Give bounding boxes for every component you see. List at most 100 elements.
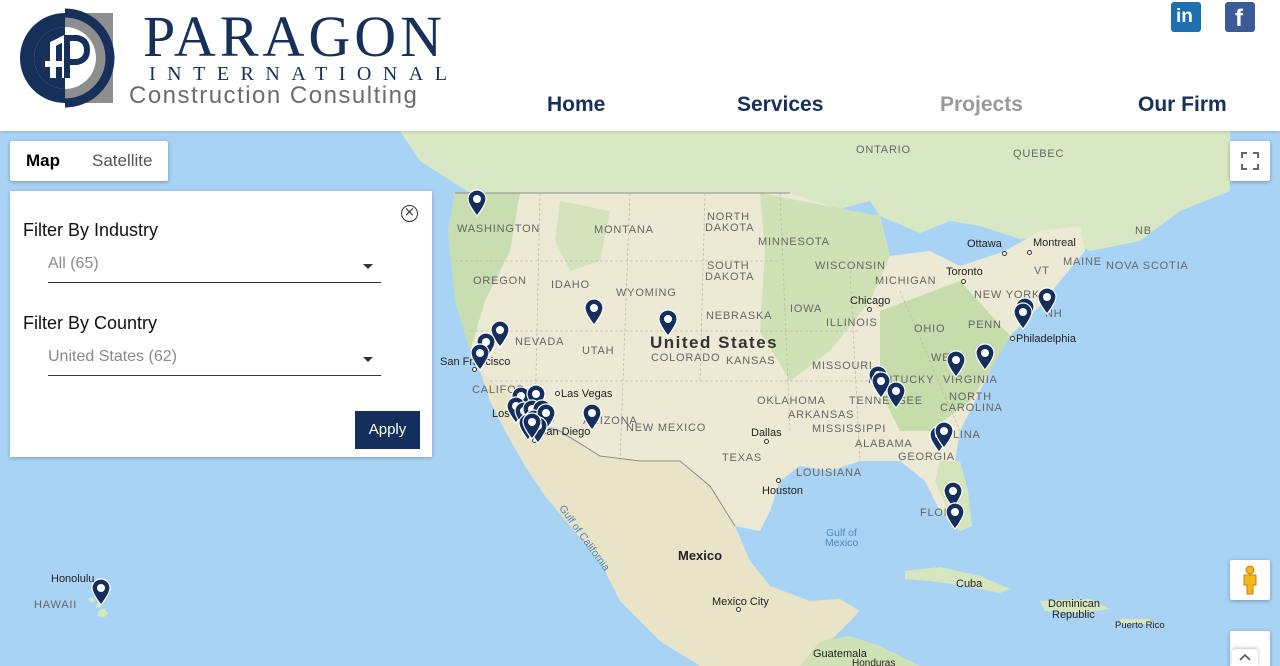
pegman-icon — [1243, 565, 1257, 595]
nav-home[interactable]: Home — [547, 93, 605, 117]
label-houston: Houston — [762, 485, 803, 497]
street-view-pegman-button[interactable] — [1230, 560, 1270, 600]
linkedin-icon[interactable]: in — [1171, 2, 1201, 32]
project-pin-icon[interactable] — [945, 502, 965, 530]
label-hawaii: HAWAII — [34, 599, 78, 611]
project-pin-icon[interactable] — [584, 298, 604, 326]
nav-projects[interactable]: Projects — [940, 93, 1023, 117]
project-pin-icon[interactable] — [467, 189, 487, 217]
nav-services[interactable]: Services — [737, 93, 823, 117]
label-nb: NB — [1135, 225, 1152, 237]
map-type-map-button[interactable]: Map — [10, 141, 76, 181]
project-pin-icon[interactable] — [658, 309, 678, 337]
project-pin-icon[interactable] — [975, 343, 995, 371]
label-ontario: ONTARIO — [856, 144, 911, 156]
label-minnesota: MINNESOTA — [758, 236, 830, 248]
city-dot-mexico-city — [736, 607, 741, 612]
label-dallas: Dallas — [751, 427, 782, 439]
filter-industry-label: Filter By Industry — [23, 220, 159, 240]
label-south-carolina: LINA — [953, 429, 981, 441]
city-dot-las-vegas — [555, 391, 560, 396]
label-dominican-2: Republic — [1052, 609, 1095, 621]
chevron-down-icon — [363, 357, 373, 362]
label-arkansas: ARKANSAS — [788, 409, 855, 421]
project-pin-icon[interactable] — [470, 343, 490, 371]
label-washington: WASHINGTON — [457, 223, 541, 235]
city-dot-montreal — [1027, 250, 1032, 255]
project-pin-icon[interactable] — [1037, 287, 1057, 315]
country-select-value: United States (62) — [48, 348, 177, 365]
city-dot-toronto — [961, 279, 966, 284]
site-header: PARAGON INTERNATIONAL Construction Consu… — [0, 0, 1280, 131]
label-montreal: Montreal — [1033, 237, 1076, 249]
label-penn: PENN — [968, 319, 1002, 331]
project-pin-icon[interactable] — [1013, 302, 1033, 330]
label-iowa: IOWA — [790, 303, 823, 315]
chevron-down-icon — [363, 264, 373, 269]
label-texas: TEXAS — [722, 452, 763, 464]
label-cuba: Cuba — [956, 578, 983, 590]
label-north-dakota-2: DAKOTA — [705, 222, 755, 234]
label-gulf-of-mexico-2: Mexico — [825, 537, 859, 549]
project-pin-icon[interactable] — [946, 350, 966, 378]
label-honolulu: Honolulu — [51, 573, 95, 585]
label-new-mexico: NEW MEXICO — [626, 422, 707, 434]
apply-button[interactable]: Apply — [355, 411, 420, 449]
label-mexico-city: Mexico City — [712, 596, 769, 608]
label-maine: MAINE — [1063, 256, 1102, 268]
label-ohio: OHIO — [914, 323, 946, 335]
map-type-control: Map Satellite — [10, 141, 169, 181]
label-chicago: Chicago — [850, 295, 891, 307]
label-quebec: QUEBEC — [1013, 148, 1065, 160]
map-type-satellite-button[interactable]: Satellite — [76, 141, 168, 181]
nav-our-firm[interactable]: Our Firm — [1138, 93, 1227, 117]
industry-select[interactable]: All (65) — [48, 249, 381, 283]
close-icon[interactable]: × — [401, 205, 418, 222]
label-kansas: KANSAS — [726, 355, 776, 367]
label-louisiana: LOUISIANA — [796, 467, 862, 479]
label-missouri: MISSOURI — [812, 360, 873, 372]
logo-wordmark: PARAGON — [143, 4, 447, 69]
project-pin-icon[interactable] — [934, 421, 954, 449]
city-dot-philadelphia — [1010, 336, 1015, 341]
project-pin-icon[interactable] — [582, 403, 602, 431]
label-nebraska: NEBRASKA — [706, 310, 773, 322]
label-honduras: Honduras — [852, 658, 896, 666]
label-michigan: MICHIGAN — [875, 275, 937, 287]
label-idaho: IDAHO — [551, 279, 590, 291]
project-pin-icon[interactable] — [886, 381, 906, 409]
label-illinois: ILLINOIS — [826, 317, 878, 329]
city-dot-dallas — [764, 439, 769, 444]
city-dot-houston — [776, 478, 781, 483]
city-dot-chicago — [867, 307, 872, 312]
label-montana: MONTANA — [594, 224, 654, 236]
label-north-carolina-2: CAROLINA — [940, 402, 1003, 414]
filter-country-label: Filter By Country — [23, 313, 158, 333]
project-pin-icon[interactable] — [91, 578, 111, 606]
label-mississippi: MISSISSIPPI — [812, 423, 887, 435]
main-nav: Home Services Projects Our Firm — [0, 93, 1280, 119]
project-pin-icon[interactable] — [522, 412, 542, 440]
label-wyoming: WYOMING — [616, 287, 677, 299]
label-nevada: NEVADA — [515, 336, 565, 348]
fullscreen-icon — [1241, 152, 1259, 170]
label-philadelphia: Philadelphia — [1016, 333, 1076, 345]
fullscreen-button[interactable] — [1230, 141, 1270, 181]
label-las-vegas: Las Vegas — [561, 388, 613, 400]
label-colorado: COLORADO — [651, 352, 721, 364]
label-wisconsin: WISCONSIN — [815, 260, 886, 272]
industry-select-value: All (65) — [48, 255, 99, 272]
label-alabama: ALABAMA — [855, 438, 913, 450]
label-oklahoma: OKLAHOMA — [757, 395, 826, 407]
label-vt: VT — [1034, 265, 1050, 277]
country-select[interactable]: United States (62) — [48, 342, 381, 376]
label-utah: UTAH — [582, 345, 615, 357]
facebook-icon[interactable]: f — [1225, 2, 1255, 32]
label-mexico: Mexico — [678, 548, 723, 563]
label-toronto: Toronto — [946, 266, 983, 278]
label-ottawa: Ottawa — [967, 238, 1002, 250]
label-oregon: OREGON — [473, 275, 527, 287]
label-south-dakota-2: DAKOTA — [705, 271, 755, 283]
chevron-up-icon[interactable] — [1232, 649, 1258, 666]
filter-panel: × Filter By Industry All (65) Filter By … — [10, 191, 432, 457]
